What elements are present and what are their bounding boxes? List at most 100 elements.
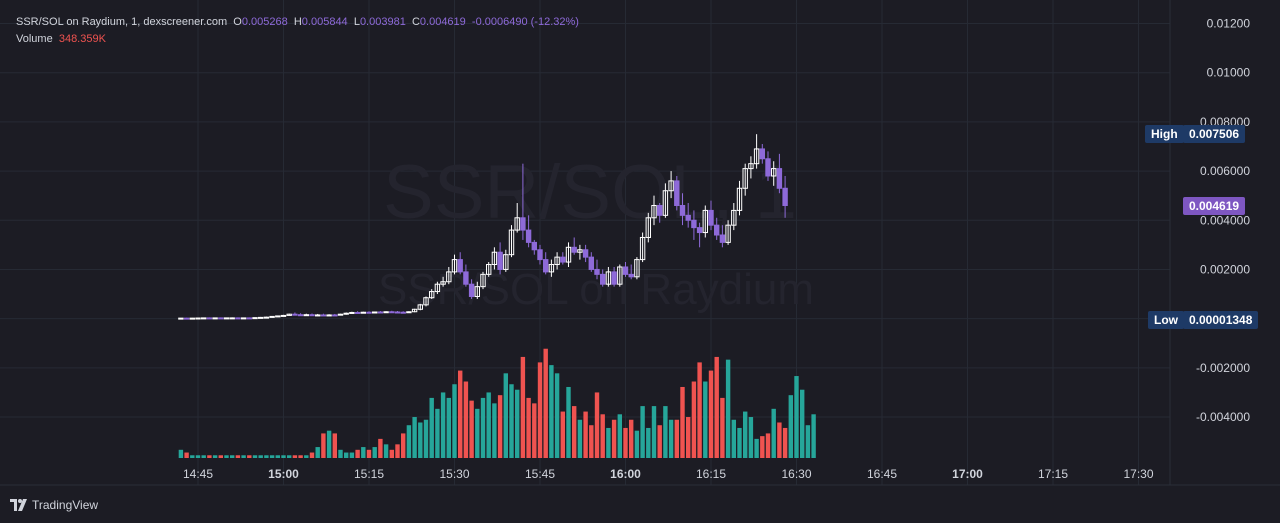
candle-body	[765, 158, 771, 177]
volume-bar	[383, 444, 389, 458]
low-tag: Low	[1148, 311, 1184, 329]
volume-bar	[321, 433, 326, 458]
volume-bar	[338, 449, 343, 458]
volume-bar	[207, 455, 212, 458]
candle-body	[531, 241, 537, 251]
watermark-primary: SSR/SOL, 1	[383, 150, 797, 235]
volume-bar	[361, 447, 366, 458]
volume-bar	[703, 381, 708, 458]
tradingview-icon	[10, 499, 27, 511]
candle-body	[326, 314, 332, 317]
volume-bar	[674, 419, 679, 458]
volume-bar	[680, 386, 685, 458]
volume-bar	[252, 455, 258, 458]
volume-bar	[195, 455, 201, 458]
time-tick-label: 14:45	[183, 467, 213, 481]
volume-bar	[235, 455, 241, 458]
candle-body	[280, 314, 287, 317]
volume-bar	[497, 395, 503, 458]
volume-bar	[218, 455, 223, 458]
volume-bar	[492, 403, 497, 458]
volume-bar	[389, 449, 394, 458]
volume-bar	[475, 408, 480, 458]
volume-bar	[281, 455, 286, 458]
candle-body	[354, 311, 361, 314]
time-tick-label: 16:00	[610, 467, 641, 481]
volume-bar	[583, 411, 588, 458]
volume-bar	[731, 419, 736, 458]
price-tick-label: 0.004000	[1200, 213, 1250, 227]
volume-bar	[452, 384, 457, 458]
volume-bar	[566, 386, 571, 458]
candle-body	[201, 317, 207, 320]
volume-bar	[714, 356, 719, 458]
volume-bar	[760, 436, 765, 458]
volume-bar	[480, 397, 486, 458]
volume-bar	[777, 422, 782, 458]
volume-bar	[600, 414, 605, 458]
candle-body	[349, 311, 355, 314]
candle-body	[400, 311, 406, 314]
candle-body	[719, 234, 726, 243]
volume-bar	[623, 427, 628, 458]
price-axis[interactable]: 0.012000.010000.0080000.0060000.0040000.…	[1196, 17, 1250, 425]
candle-body	[406, 311, 412, 314]
low-tag-value: 0.00001348	[1183, 311, 1259, 329]
candle-body	[269, 315, 275, 318]
candle-body	[263, 316, 270, 319]
volume-bar	[355, 449, 360, 458]
candle-body	[258, 316, 264, 319]
volume-value: 348.359K	[58, 33, 106, 45]
candle-body	[252, 317, 258, 320]
volume-bar	[737, 427, 742, 458]
price-tick-label: 0.01200	[1207, 17, 1251, 31]
candle-body	[389, 311, 395, 314]
candle-body	[537, 249, 543, 261]
volume-bar	[782, 427, 788, 458]
volume-bar	[651, 406, 657, 458]
volume-bar	[469, 400, 474, 458]
candle-body	[275, 315, 281, 318]
time-tick-label: 16:30	[781, 467, 811, 481]
volume-bar	[435, 408, 440, 458]
candle-body	[178, 317, 184, 320]
volume-bar	[634, 430, 640, 458]
candle-body	[303, 314, 310, 317]
volume-bar	[304, 455, 309, 458]
last-price-tag: 0.004619	[1183, 197, 1246, 215]
volume-bar	[178, 449, 184, 458]
volume-bar	[577, 419, 583, 458]
volume-bar	[440, 392, 446, 458]
volume-bar	[811, 414, 816, 458]
candle-body	[457, 259, 463, 273]
time-axis[interactable]: 14:45 15:00 15:15 15:30 15:45 16:00 16:15 16:30…	[183, 467, 1154, 481]
volume-bar	[241, 455, 246, 458]
volume-bar	[190, 455, 195, 458]
time-tick-label: 15:00	[268, 467, 299, 481]
candle-body	[571, 246, 577, 253]
close-key: C	[411, 16, 420, 28]
volume-bar	[663, 406, 668, 458]
candle-body	[691, 219, 697, 229]
volume-bar	[743, 411, 748, 458]
candle-body	[320, 314, 327, 317]
candle-body	[246, 317, 253, 320]
candle-body	[525, 229, 532, 243]
low-tag-label: Low	[1154, 313, 1178, 327]
volume-bar	[554, 373, 560, 458]
volume-bar	[509, 384, 514, 458]
candle-body	[708, 209, 714, 226]
price-chart[interactable]: SSR/SOL, 1 SSR/SOL on Raydium 0.012000.0…	[0, 0, 1280, 523]
candle-body	[685, 214, 691, 221]
candle-body	[611, 271, 617, 285]
volume-bar	[720, 397, 725, 458]
volume-bar	[589, 425, 594, 458]
volume-bar	[805, 425, 811, 458]
candle-body	[383, 311, 389, 314]
volume-bar	[298, 455, 303, 458]
volume-bar	[537, 362, 543, 458]
volume-bar	[708, 370, 714, 458]
volume-bar	[640, 406, 645, 458]
tradingview-logo[interactable]: TradingView	[10, 498, 98, 512]
candle-body	[594, 268, 600, 275]
